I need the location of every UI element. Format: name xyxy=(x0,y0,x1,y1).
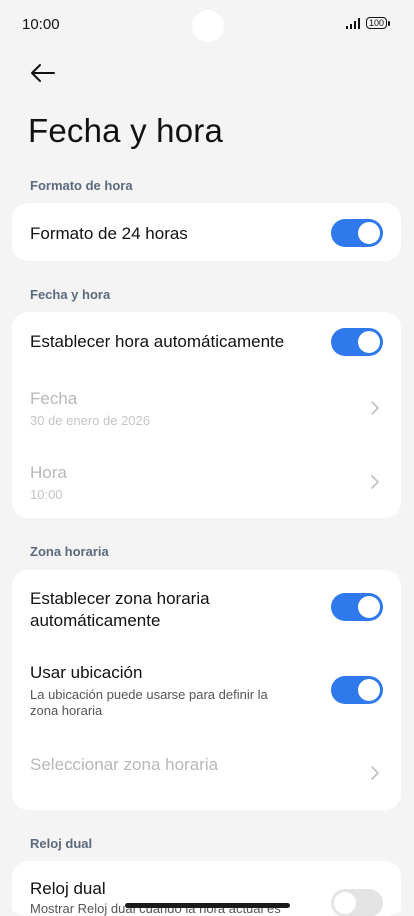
screen: 10:00 100 Fecha y hora Formato de hora F… xyxy=(0,0,414,916)
home-indicator[interactable] xyxy=(125,903,290,908)
card-time-format: Formato de 24 horas xyxy=(12,203,401,261)
chevron-right-icon xyxy=(371,401,379,415)
row-use-location-sub-1: La ubicación puede usarse para definir l… xyxy=(30,687,268,702)
row-dual-clock[interactable]: Reloj dual Mostrar Reloj dual cuando la … xyxy=(30,879,383,916)
section-header-timezone: Zona horaria xyxy=(30,544,109,559)
row-select-timezone[interactable]: Seleccionar zona horaria xyxy=(30,755,383,775)
section-header-dual-clock: Reloj dual xyxy=(30,836,93,851)
card-timezone: Establecer zona horaria automáticamente … xyxy=(12,570,401,810)
row-time-label: Hora xyxy=(30,463,67,482)
row-dual-clock-label: Reloj dual xyxy=(30,879,106,898)
status-bar: 10:00 100 xyxy=(0,0,414,52)
card-date-time: Establecer hora automáticamente Fecha 30… xyxy=(12,312,401,518)
row-auto-timezone[interactable]: Establecer zona horaria automáticamente xyxy=(30,589,383,631)
row-use-location-label: Usar ubicación xyxy=(30,663,143,682)
toggle-dual-clock[interactable] xyxy=(331,889,383,916)
row-date[interactable]: Fecha 30 de enero de 2026 xyxy=(30,389,383,429)
row-auto-timezone-label-2: automáticamente xyxy=(30,611,161,630)
signal-icon xyxy=(345,17,360,29)
toggle-24h-format[interactable] xyxy=(331,219,383,247)
section-header-time-format: Formato de hora xyxy=(30,178,133,193)
row-time-value: 10:00 xyxy=(30,487,63,502)
status-time: 10:00 xyxy=(22,16,60,33)
battery-level: 100 xyxy=(365,17,387,29)
status-icons: 100 xyxy=(345,17,390,29)
row-use-location[interactable]: Usar ubicación La ubicación puede usarse… xyxy=(30,663,301,720)
page-title: Fecha y hora xyxy=(28,112,224,149)
chevron-right-icon xyxy=(371,475,379,489)
chevron-right-icon xyxy=(371,766,379,780)
toggle-auto-time[interactable] xyxy=(331,328,383,356)
toggle-use-location[interactable] xyxy=(331,676,383,704)
row-use-location-sub-2: zona horaria xyxy=(30,703,103,719)
toggle-auto-timezone[interactable] xyxy=(331,593,383,621)
row-date-value: 30 de enero de 2026 xyxy=(30,413,150,428)
section-header-date-time: Fecha y hora xyxy=(30,287,111,302)
battery-icon: 100 xyxy=(365,17,390,29)
back-arrow-icon[interactable] xyxy=(28,60,58,86)
camera-cutout xyxy=(192,10,224,42)
row-date-label: Fecha xyxy=(30,389,78,408)
row-time[interactable]: Hora 10:00 xyxy=(30,463,383,503)
row-select-timezone-label: Seleccionar zona horaria xyxy=(30,755,219,774)
